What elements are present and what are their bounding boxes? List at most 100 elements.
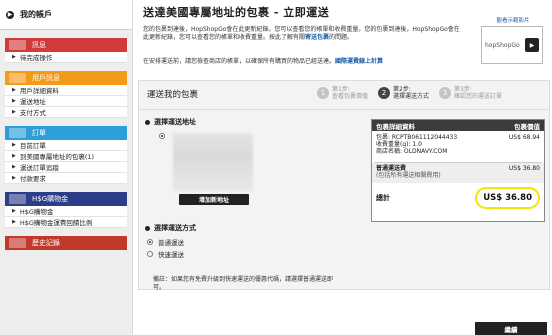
arrow-right-icon: ▶	[12, 153, 16, 159]
sidebar-section-header[interactable]: 訊息	[5, 38, 127, 52]
step-number: 1	[317, 87, 329, 99]
sidebar-item-label: 運送訂單追蹤	[19, 164, 59, 172]
address-heading: 選擇運送地址	[145, 117, 196, 127]
shipping-fee-sub: (包括所有運送相關費用)	[376, 172, 441, 179]
package-detail-box: 包裹詳細資料 包裹價值 包裹: RCPTB061112044433 收費重量(g…	[371, 119, 545, 222]
shipping-option-express[interactable]: 快速運送	[147, 249, 184, 259]
intro-tail: 的問題。	[329, 34, 354, 41]
notice-text: 在安排運送前，請您檢查商店的帳單，以確保所有購買的物品已經送達。國際運費線上計算	[143, 56, 463, 65]
address-radio[interactable]	[159, 133, 165, 139]
standard-label: 普通運送	[158, 239, 184, 247]
add-address-button[interactable]: 增加新地址	[179, 194, 249, 205]
step-label-bottom: 查看包裹價值	[332, 93, 369, 100]
step-number: 2	[378, 87, 391, 99]
shipping-fee-value: US$ 36.80	[508, 165, 540, 172]
arrow-right-icon: ▶	[12, 208, 16, 214]
arrow-right-icon: ▶	[6, 10, 14, 19]
continue-button[interactable]: 繼續	[475, 322, 547, 335]
sidebar-item[interactable]: ▶ 運送地址	[5, 96, 127, 107]
step-label-bottom: 確認您的運送訂單	[454, 93, 503, 100]
standard-radio[interactable]	[147, 239, 153, 245]
bullet-icon	[145, 225, 150, 231]
arrow-right-icon: ▶	[12, 109, 16, 115]
step-number: 3	[439, 87, 452, 99]
sidebar-item-label: 付款要求	[19, 175, 46, 183]
arrow-right-icon: ▶	[12, 219, 16, 225]
sidebar-item[interactable]: ▶ 待完成操作	[5, 52, 127, 63]
sidebar-section-header[interactable]: 訂單	[5, 126, 127, 140]
section-icon	[9, 128, 26, 138]
address-heading-label: 選擇運送地址	[154, 118, 196, 126]
sidebar-item-label: H$G購物金	[19, 208, 54, 216]
page-title: 送達美國專屬地址的包裹 - 立即運送	[143, 6, 330, 19]
arrow-right-icon: ▶	[12, 175, 16, 181]
express-radio[interactable]	[147, 251, 153, 257]
total-value: US$ 36.80	[475, 187, 540, 209]
section-icon	[9, 73, 26, 83]
video-label[interactable]: 觀看示範影片	[481, 16, 545, 24]
package-weight: 收費重量(g): 1.0	[376, 141, 422, 148]
sidebar-section-title: 用戶訊息	[32, 74, 60, 82]
shipping-option-standard[interactable]: 普通運送	[147, 237, 184, 247]
sidebar-section-items: ▶ H$G購物金 ▶ H$G購物金運費回饋比例	[5, 206, 127, 228]
main-content: 送達美國專屬地址的包裹 - 立即運送 您的包裹到達後，HopShopGo會在此更…	[134, 0, 552, 335]
section-icon	[9, 194, 26, 204]
shipping-heading-label: 選擇運送方式	[154, 224, 196, 232]
sidebar-item-label: 目前訂單	[19, 142, 46, 150]
sidebar-section-header[interactable]: 歷史記錄	[5, 236, 127, 250]
step-indicator: 1 第1步: 查看包裹價值 2 第2步: 選擇運送方式 3 第3步: 確認您的運送訂單	[317, 86, 512, 100]
express-label: 快速運送	[158, 251, 184, 259]
sidebar-item-label: 用戶詳細資料	[19, 87, 59, 95]
sidebar-section-title: 歷史記錄	[32, 239, 60, 247]
step-label: 第2步: 選擇運送方式	[393, 86, 429, 100]
sidebar-item-label: 運送地址	[19, 98, 46, 106]
sidebar-item[interactable]: ▶ H$G購物金運費回饋比例	[5, 217, 127, 228]
sidebar-section: 訊息 ▶ 待完成操作	[0, 38, 132, 63]
arrow-right-icon: ▶	[12, 142, 16, 148]
notice-link[interactable]: 國際運費線上計算	[335, 58, 383, 65]
package-value: US$ 68.94	[508, 134, 540, 141]
sidebar-item[interactable]: ▶ 付款要求	[5, 173, 127, 184]
step-label-top: 第3步:	[454, 86, 472, 93]
sidebar-section: 用戶訊息 ▶ 用戶詳細資料 ▶ 運送地址 ▶ 支付方式	[0, 71, 132, 118]
intro-body: 您的包裹到達後，HopShopGo會在此更新紀錄。您可以查看您的帳單和收費重量。…	[143, 26, 460, 41]
sidebar-section: 歷史記錄	[0, 236, 132, 250]
step-label: 第1步: 查看包裹價值	[332, 86, 368, 100]
video-widget[interactable]: 觀看示範影片 hopShopGo ▶	[481, 16, 545, 64]
notice-body: 在安排運送前，請您檢查商店的帳單，以確保所有購買的物品已經送達。	[143, 58, 336, 65]
sidebar-item[interactable]: ▶ 支付方式	[5, 107, 127, 118]
video-thumbnail[interactable]: hopShopGo ▶	[481, 26, 543, 64]
play-icon[interactable]: ▶	[525, 38, 539, 52]
step-label-top: 第1步:	[332, 86, 350, 93]
sidebar-item[interactable]: ▶ H$G購物金	[5, 206, 127, 217]
shipping-info: 普通運送費 (包括所有運送相關費用)	[376, 165, 441, 183]
address-blurred	[173, 133, 253, 191]
sidebar-sections: 訊息 ▶ 待完成操作 用戶訊息 ▶ 用戶詳細資料 ▶ 運送地址 ▶ 支付方式 訂單 ▶ 目前訂單 ▶ 到美國…	[0, 38, 132, 250]
bullet-icon	[145, 119, 150, 125]
shipping-fee-label: 普通運送費	[376, 165, 407, 172]
sidebar-section: H$G購物金 ▶ H$G購物金 ▶ H$G購物金運費回饋比例	[0, 192, 132, 228]
step-label-top: 第2步:	[393, 86, 411, 93]
sidebar-item-label: 支付方式	[19, 109, 46, 117]
sidebar-item[interactable]: ▶ 到美國專屬地址的包裹(1)	[5, 151, 127, 162]
detail-header-left: 包裹詳細資料	[376, 122, 415, 131]
sidebar-section: 訂單 ▶ 目前訂單 ▶ 到美國專屬地址的包裹(1) ▶ 運送訂單追蹤 ▶ 付款要求	[0, 126, 132, 184]
package-id: 包裹: RCPTB061112044433	[376, 134, 458, 141]
sidebar-item-label: 待完成操作	[19, 54, 53, 62]
intro-link[interactable]: 寄送包裹	[305, 34, 329, 41]
detail-package-row: 包裹: RCPTB061112044433 收費重量(g): 1.0 商店名稱:…	[372, 131, 544, 162]
arrow-right-icon: ▶	[12, 87, 16, 93]
sidebar-section-header[interactable]: 用戶訊息	[5, 71, 127, 85]
intro-text: 您的包裹到達後，HopShopGo會在此更新紀錄。您可以查看您的帳單和收費重量。…	[143, 26, 463, 42]
detail-header: 包裹詳細資料 包裹價值	[372, 120, 544, 131]
sidebar: ▶ 我的帳戶 訊息 ▶ 待完成操作 用戶訊息 ▶ 用戶詳細資料 ▶ 運送地址 ▶ 支付方式 訂單 ▶ 目…	[0, 0, 133, 335]
sidebar-section-items: ▶ 待完成操作	[5, 52, 127, 63]
step-label-bottom: 選擇運送方式	[393, 93, 430, 100]
section-icon	[9, 238, 26, 248]
sidebar-item[interactable]: ▶ 用戶詳細資料	[5, 85, 127, 96]
sidebar-item[interactable]: ▶ 運送訂單追蹤	[5, 162, 127, 173]
account-header[interactable]: ▶ 我的帳戶	[0, 0, 132, 30]
detail-shipping-row: 普通運送費 (包括所有運送相關費用) US$ 36.80	[372, 163, 544, 183]
sidebar-section-header[interactable]: H$G購物金	[5, 192, 127, 206]
sidebar-item[interactable]: ▶ 目前訂單	[5, 140, 127, 151]
